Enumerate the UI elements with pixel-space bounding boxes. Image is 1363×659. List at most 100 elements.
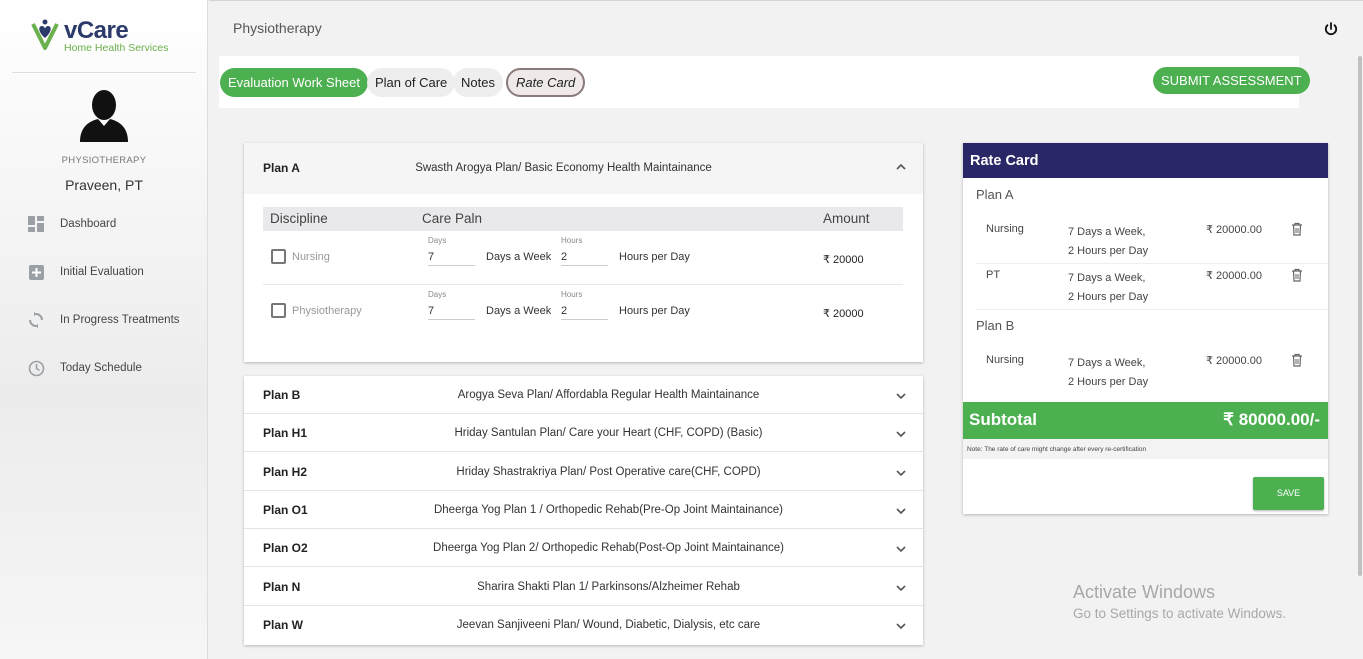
submit-assessment-button[interactable]: SUBMIT ASSESSMENT xyxy=(1153,67,1310,94)
plan-description: Hriday Shastrakriya Plan/ Post Operative… xyxy=(456,466,761,478)
nav-today-schedule-label: Today Schedule xyxy=(60,362,142,374)
discipline-label: Physiotherapy xyxy=(292,305,362,317)
plans-list: Plan B Arogya Seva Plan/ Affordabla Regu… xyxy=(244,376,923,645)
plan-a-panel: Plan A Swasth Arogya Plan/ Basic Economy… xyxy=(244,143,923,362)
amount-value: ₹ 20000 xyxy=(823,254,864,266)
days-field-label: Days xyxy=(428,236,447,245)
brand-tagline: Home Health Services xyxy=(64,42,169,54)
days-unit-label: Days a Week xyxy=(486,305,552,317)
plan-description: Swasth Arogya Plan/ Basic Economy Health… xyxy=(415,162,712,174)
plan-code: Plan N xyxy=(263,580,301,594)
nav-dashboard[interactable]: Dashboard xyxy=(26,213,116,235)
tab-evaluation-work-sheet[interactable]: Evaluation Work Sheet xyxy=(220,68,368,97)
rate-service: Nursing xyxy=(986,354,1024,366)
brand-name: vCare xyxy=(64,17,129,44)
plan-code: Plan O1 xyxy=(263,503,308,517)
rate-card: Rate Card Plan A Nursing 7 Days a Week, 2… xyxy=(963,143,1328,514)
hours-input[interactable] xyxy=(561,302,608,320)
sync-icon xyxy=(26,311,46,329)
chevron-down-icon[interactable] xyxy=(895,543,907,555)
days-input[interactable] xyxy=(428,248,475,266)
col-discipline: Discipline xyxy=(270,211,328,226)
hours-field-label: Hours xyxy=(561,236,583,245)
chevron-down-icon[interactable] xyxy=(895,582,907,594)
watermark-subtitle: Go to Settings to activate Windows. xyxy=(1073,606,1287,621)
plan-description: Arogya Seva Plan/ Affordabla Regular Hea… xyxy=(457,389,760,401)
nursing-checkbox[interactable] xyxy=(271,249,286,264)
trash-icon[interactable] xyxy=(1291,222,1303,236)
plus-box-icon xyxy=(26,263,46,281)
rate-schedule-days: 7 Days a Week, xyxy=(1068,272,1146,284)
care-plan-table-header: Discipline Care Paln Amount xyxy=(263,207,903,231)
plan-h2-header[interactable]: Plan H2 Hriday Shastrakriya Plan/ Post O… xyxy=(244,453,923,491)
brand-logo: vCare Home Health Services xyxy=(30,16,190,56)
hours-input[interactable] xyxy=(561,248,608,266)
plan-description: Jeevan Sanjiveeni Plan/ Wound, Diabetic,… xyxy=(456,619,761,631)
hours-unit-label: Hours per Day xyxy=(619,305,690,317)
chevron-up-icon[interactable] xyxy=(895,161,907,173)
days-input[interactable] xyxy=(428,302,475,320)
power-icon[interactable] xyxy=(1323,21,1339,37)
rate-schedule-hours: 2 Hours per Day xyxy=(1068,291,1149,303)
rate-service: PT xyxy=(986,269,1001,281)
subtotal-value: ₹ 80000.00/- xyxy=(1223,410,1320,429)
nav-in-progress-treatments-label: In Progress Treatments xyxy=(60,314,180,326)
table-row: Physiotherapy Days Days a Week Hours Hou… xyxy=(263,285,903,339)
rate-schedule-hours: 2 Hours per Day xyxy=(1068,245,1149,257)
rate-schedule: 7 Days a Week, 2 Hours per Day xyxy=(1068,223,1148,261)
rate-row: PT 7 Days a Week, 2 Hours per Day ₹ 20000… xyxy=(963,264,1328,310)
nav-initial-evaluation-label: Initial Evaluation xyxy=(60,266,144,278)
plan-code: Plan H2 xyxy=(263,465,308,479)
rate-group-title: Plan A xyxy=(976,187,1014,202)
row-divider xyxy=(976,309,1328,310)
rate-row: Nursing 7 Days a Week, 2 Hours per Day ₹ … xyxy=(963,349,1328,395)
trash-icon[interactable] xyxy=(1291,353,1303,367)
tab-notes[interactable]: Notes xyxy=(453,68,503,97)
chevron-down-icon[interactable] xyxy=(895,428,907,440)
plan-o2-header[interactable]: Plan O2 Dheerga Yog Plan 2/ Orthopedic R… xyxy=(244,529,923,567)
col-amount: Amount xyxy=(823,211,870,226)
plan-h1-header[interactable]: Plan H1 Hriday Santulan Plan/ Care your … xyxy=(244,414,923,452)
nav-today-schedule[interactable]: Today Schedule xyxy=(26,357,142,379)
plan-w-header[interactable]: Plan W Jeevan Sanjiveeni Plan/ Wound, Di… xyxy=(244,606,923,644)
rate-schedule-days: 7 Days a Week, xyxy=(1068,357,1146,369)
plan-code: Plan O2 xyxy=(263,541,308,555)
nav-in-progress-treatments[interactable]: In Progress Treatments xyxy=(26,309,180,331)
chevron-down-icon[interactable] xyxy=(895,620,907,632)
col-care-plan: Care Paln xyxy=(422,211,483,226)
chevron-down-icon[interactable] xyxy=(895,505,907,517)
rate-schedule: 7 Days a Week, 2 Hours per Day xyxy=(1068,269,1148,307)
user-name: Praveen, PT xyxy=(65,177,143,193)
rate-card-title: Rate Card xyxy=(963,143,1328,178)
scrollbar-thumb[interactable] xyxy=(1358,56,1362,576)
plan-n-header[interactable]: Plan N Sharira Shakti Plan 1/ Parkinsons… xyxy=(244,568,923,606)
hours-field-label: Hours xyxy=(561,290,583,299)
chevron-down-icon[interactable] xyxy=(895,390,907,402)
tabs-bar: Evaluation Work Sheet Plan of Care Notes… xyxy=(219,56,1310,108)
plan-a-header[interactable]: Plan A Swasth Arogya Plan/ Basic Economy… xyxy=(244,143,923,194)
plan-description: Dheerga Yog Plan 2/ Orthopedic Rehab(Pos… xyxy=(433,542,784,554)
save-button[interactable]: SAVE xyxy=(1253,477,1324,510)
rate-service: Nursing xyxy=(986,223,1024,235)
days-unit-label: Days a Week xyxy=(486,251,552,263)
plan-description: Hriday Santulan Plan/ Care your Heart (C… xyxy=(454,427,763,439)
user-role: PHYSIOTHERAPY xyxy=(61,155,147,166)
subtotal-bar: Subtotal ₹ 80000.00/- xyxy=(963,402,1328,439)
rate-schedule-days: 7 Days a Week, xyxy=(1068,226,1146,238)
page-title: Physiotherapy xyxy=(233,20,322,36)
subtotal-label: Subtotal xyxy=(969,410,1037,429)
plan-o1-header[interactable]: Plan O1 Dheerga Yog Plan 1 / Orthopedic … xyxy=(244,491,923,529)
top-bar: Physiotherapy xyxy=(209,0,1363,56)
plan-b-header[interactable]: Plan B Arogya Seva Plan/ Affordabla Regu… xyxy=(244,376,923,414)
physiotherapy-checkbox[interactable] xyxy=(271,303,286,318)
vcare-logo-icon xyxy=(31,19,59,50)
tab-plan-of-care[interactable]: Plan of Care xyxy=(367,68,456,97)
trash-icon[interactable] xyxy=(1291,268,1303,282)
chevron-down-icon[interactable] xyxy=(895,467,907,479)
tab-rate-card[interactable]: Rate Card xyxy=(506,68,586,97)
nav-initial-evaluation[interactable]: Initial Evaluation xyxy=(26,261,144,283)
plan-code: Plan W xyxy=(263,618,304,632)
rate-row: Nursing 7 Days a Week, 2 Hours per Day ₹ … xyxy=(963,218,1328,264)
rate-price: ₹ 20000.00 xyxy=(1206,355,1262,367)
rate-schedule: 7 Days a Week, 2 Hours per Day xyxy=(1068,354,1148,392)
